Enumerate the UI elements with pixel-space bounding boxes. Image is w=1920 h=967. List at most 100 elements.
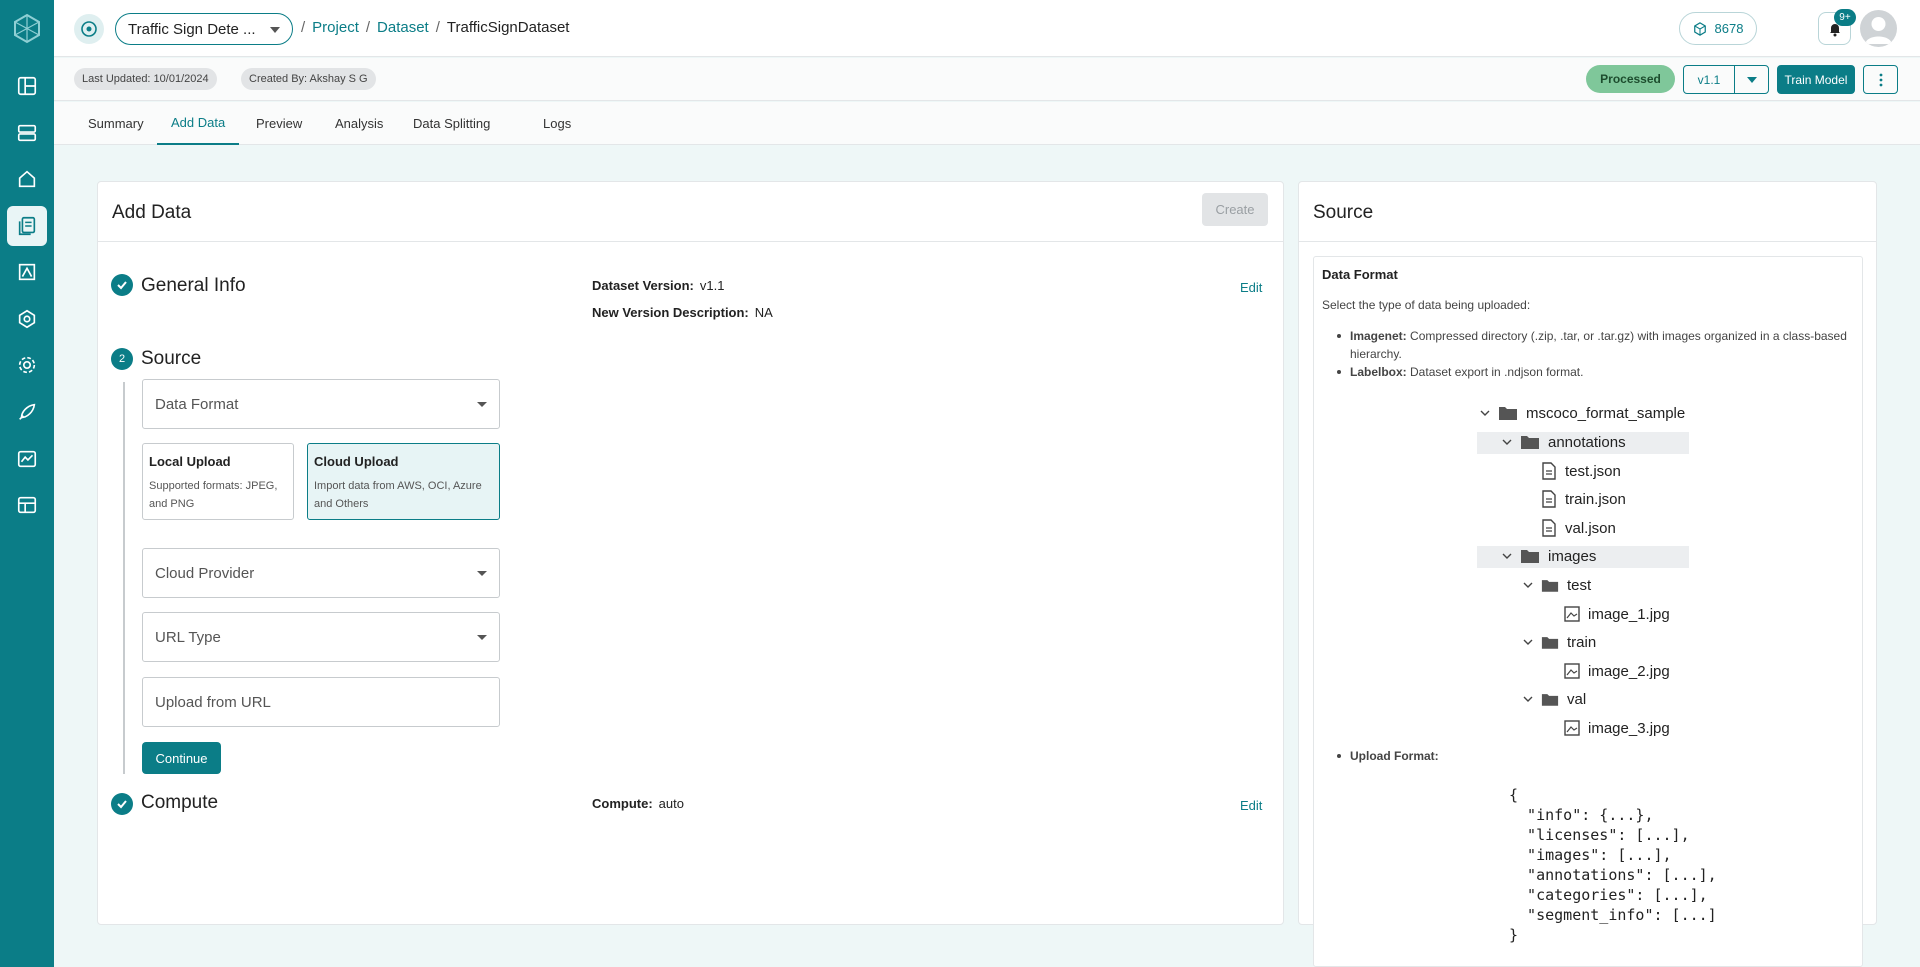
cube-icon bbox=[1693, 21, 1706, 36]
tab-preview[interactable]: Preview bbox=[242, 102, 316, 145]
project-select[interactable]: Traffic Sign Dete ... bbox=[115, 13, 293, 45]
cloud-provider-select[interactable]: Cloud Provider bbox=[142, 548, 500, 598]
version-description: New Version Description: NA bbox=[592, 305, 773, 320]
upload-format-label: Upload Format: bbox=[1337, 749, 1439, 763]
monitoring-icon[interactable] bbox=[7, 439, 47, 479]
dataset-version: Dataset Version: v1.1 bbox=[592, 278, 725, 293]
tab-summary[interactable]: Summary bbox=[74, 102, 158, 145]
credits-button[interactable]: 8678 bbox=[1679, 12, 1757, 45]
chevron-down-icon[interactable] bbox=[1735, 66, 1768, 93]
dashboard-icon[interactable] bbox=[7, 66, 47, 106]
general-info-title: General Info bbox=[141, 275, 246, 296]
notifications-badge: 9+ bbox=[1834, 9, 1856, 26]
compute-value: Compute: auto bbox=[592, 796, 684, 811]
dataset-icon[interactable] bbox=[7, 206, 47, 246]
folder-icon bbox=[1541, 693, 1559, 706]
data-format-title: Data Format bbox=[1322, 267, 1398, 282]
annotation-icon[interactable] bbox=[7, 252, 47, 292]
tab-analysis[interactable]: Analysis bbox=[321, 102, 397, 145]
chevron-down-icon[interactable] bbox=[1523, 637, 1533, 647]
image-icon bbox=[1564, 606, 1580, 622]
tree-file-image-2[interactable]: image_2.jpg bbox=[1564, 661, 1670, 681]
settings-icon[interactable] bbox=[7, 345, 47, 385]
kebab-icon bbox=[1879, 73, 1882, 86]
upload-url-input[interactable]: Upload from URL bbox=[142, 677, 500, 727]
tree-folder-annotations[interactable]: annotations bbox=[1502, 432, 1626, 452]
chevron-down-icon[interactable] bbox=[1502, 551, 1512, 561]
cloud-upload-desc: Import data from AWS, OCI, Azure and Oth… bbox=[314, 480, 482, 510]
create-button[interactable]: Create bbox=[1202, 193, 1268, 226]
tab-data-splitting[interactable]: Data Splitting bbox=[399, 102, 504, 145]
last-updated-chip: Last Updated: 10/01/2024 bbox=[74, 68, 217, 90]
model-icon[interactable] bbox=[7, 299, 47, 339]
divider bbox=[98, 241, 1283, 242]
continue-button[interactable]: Continue bbox=[142, 742, 221, 774]
url-type-select[interactable]: URL Type bbox=[142, 612, 500, 662]
status-badge: Processed bbox=[1586, 65, 1675, 93]
breadcrumb-dataset[interactable]: Dataset bbox=[377, 19, 429, 36]
tab-bar: Summary Add Data Preview Analysis Data S… bbox=[54, 102, 1920, 145]
cloud-upload-title: Cloud Upload bbox=[314, 454, 399, 469]
check-icon bbox=[111, 793, 133, 815]
file-icon bbox=[1542, 462, 1556, 480]
url-type-placeholder: URL Type bbox=[155, 628, 221, 646]
train-model-button[interactable]: Train Model bbox=[1777, 65, 1855, 94]
breadcrumb-current: TrafficSignDataset bbox=[446, 19, 570, 36]
chevron-down-icon bbox=[477, 635, 487, 640]
top-bar: Traffic Sign Dete ... / Project / Datase… bbox=[54, 0, 1920, 57]
chevron-down-icon[interactable] bbox=[1502, 437, 1512, 447]
chevron-down-icon[interactable] bbox=[1480, 408, 1490, 418]
version-select[interactable]: v1.1 bbox=[1683, 65, 1769, 94]
imagenet-bullet: Imagenet: Compressed directory (.zip, .t… bbox=[1337, 327, 1850, 363]
database-icon[interactable] bbox=[7, 113, 47, 153]
check-icon bbox=[111, 274, 133, 296]
source-title: Source bbox=[141, 348, 202, 369]
local-upload-desc: Supported formats: JPEG, and PNG bbox=[149, 480, 278, 510]
local-upload-title: Local Upload bbox=[149, 454, 231, 469]
divider bbox=[1299, 241, 1876, 242]
more-options-button[interactable] bbox=[1863, 65, 1898, 94]
source-help: Data Format Select the type of data bein… bbox=[1313, 256, 1863, 967]
data-format-select[interactable]: Data Format bbox=[142, 379, 500, 429]
image-icon bbox=[1564, 663, 1580, 679]
labelbox-bullet: Labelbox: Dataset export in .ndjson form… bbox=[1337, 363, 1850, 381]
compute-title: Compute bbox=[141, 792, 219, 813]
breadcrumb-project[interactable]: Project bbox=[312, 19, 359, 36]
chevron-down-icon[interactable] bbox=[1523, 580, 1533, 590]
home-icon[interactable] bbox=[7, 159, 47, 199]
file-icon bbox=[1542, 490, 1556, 508]
avatar[interactable] bbox=[1860, 10, 1897, 47]
tree-folder-train[interactable]: train bbox=[1523, 632, 1596, 652]
folder-icon bbox=[1499, 407, 1517, 420]
app-logo-icon[interactable] bbox=[11, 12, 43, 44]
tree-folder-test[interactable]: test bbox=[1523, 575, 1591, 595]
local-upload-option[interactable]: Local Upload Supported formats: JPEG, an… bbox=[142, 443, 294, 520]
tab-logs[interactable]: Logs bbox=[529, 102, 585, 145]
step-number: 2 bbox=[111, 348, 133, 370]
dataset-info-bar: Last Updated: 10/01/2024 Created By: Aks… bbox=[54, 58, 1920, 101]
tree-folder-root[interactable]: mscoco_format_sample bbox=[1480, 403, 1685, 423]
folder-icon bbox=[1541, 579, 1559, 592]
source-panel-title: Source bbox=[1313, 202, 1374, 223]
tree-file-test-json[interactable]: test.json bbox=[1541, 461, 1621, 481]
tree-folder-val[interactable]: val bbox=[1523, 689, 1586, 709]
tree-file-image-1[interactable]: image_1.jpg bbox=[1564, 604, 1670, 624]
upload-format-code: { "info": {...}, "licenses": [...], "ima… bbox=[1509, 786, 1717, 944]
cloud-provider-placeholder: Cloud Provider bbox=[155, 564, 255, 582]
add-data-title: Add Data bbox=[112, 202, 192, 223]
tree-folder-images[interactable]: images bbox=[1502, 546, 1596, 566]
edit-compute-link[interactable]: Edit bbox=[1240, 798, 1262, 813]
image-icon bbox=[1564, 720, 1580, 736]
tab-add-data[interactable]: Add Data bbox=[157, 102, 240, 145]
folder-icon bbox=[1541, 636, 1559, 649]
deploy-icon[interactable] bbox=[7, 392, 47, 432]
reports-icon[interactable] bbox=[7, 485, 47, 525]
tree-file-val-json[interactable]: val.json bbox=[1541, 518, 1616, 538]
tree-file-train-json[interactable]: train.json bbox=[1541, 489, 1626, 509]
chevron-down-icon[interactable] bbox=[1523, 694, 1533, 704]
cloud-upload-option[interactable]: Cloud Upload Import data from AWS, OCI, … bbox=[307, 443, 500, 520]
project-icon bbox=[74, 14, 104, 44]
edit-general-link[interactable]: Edit bbox=[1240, 280, 1262, 295]
step-connector bbox=[123, 382, 125, 774]
tree-file-image-3[interactable]: image_3.jpg bbox=[1564, 718, 1670, 738]
